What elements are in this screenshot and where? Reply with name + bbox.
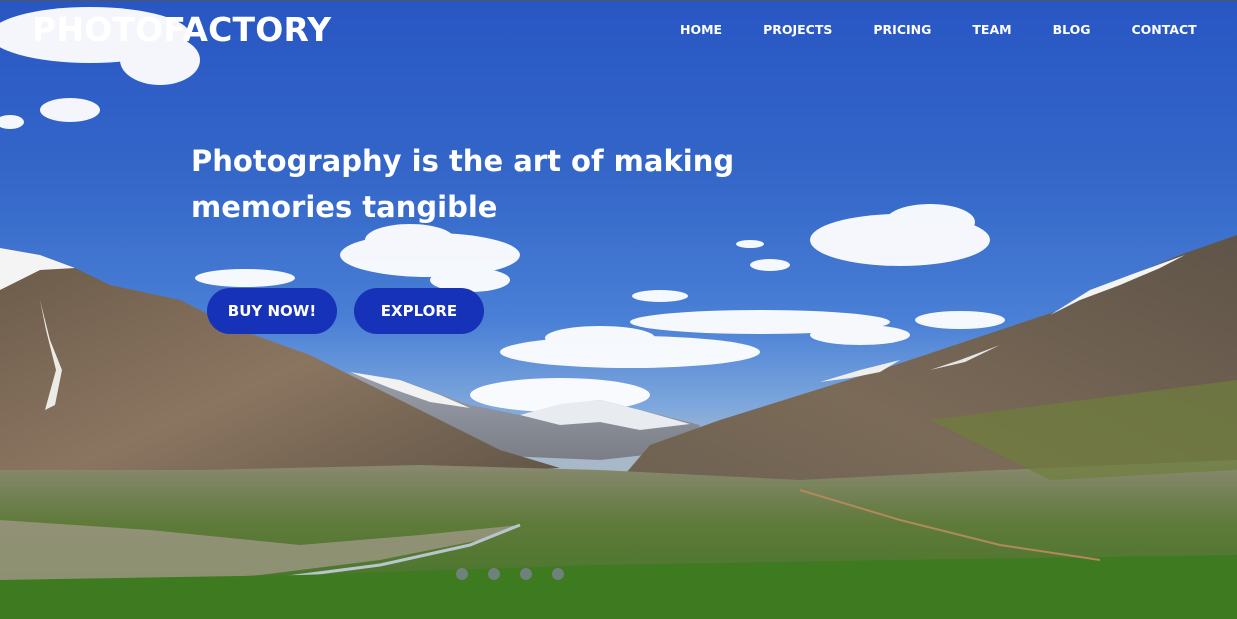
hero-heading-line-1: Photography is the art of making xyxy=(191,144,735,178)
nav-home-link[interactable]: HOME xyxy=(680,21,722,39)
hero-section: PHOTOFACTORY HOME PROJECTS PRICING TEAM … xyxy=(0,0,1237,619)
explore-button[interactable]: EXPLORE xyxy=(354,288,484,334)
nav-projects-link[interactable]: PROJECTS xyxy=(763,21,832,39)
nav-menu: HOME PROJECTS PRICING TEAM BLOG CONTACT xyxy=(680,21,1237,39)
brand-logo[interactable]: PHOTOFACTORY xyxy=(32,9,331,51)
carousel-dot[interactable] xyxy=(488,568,500,580)
top-navbar: PHOTOFACTORY HOME PROJECTS PRICING TEAM … xyxy=(0,0,1237,61)
carousel-dot[interactable] xyxy=(456,568,468,580)
nav-blog-link[interactable]: BLOG xyxy=(1053,21,1091,39)
hero-heading: Photography is the art of making memorie… xyxy=(191,138,751,230)
nav-pricing-link[interactable]: PRICING xyxy=(873,21,931,39)
carousel-dot[interactable] xyxy=(552,568,564,580)
carousel-indicators xyxy=(456,568,564,580)
buy-now-button[interactable]: BUY NOW! xyxy=(207,288,337,334)
nav-team-link[interactable]: TEAM xyxy=(972,21,1011,39)
hero-heading-line-2: memories tangible xyxy=(191,190,498,224)
landscape-background-image xyxy=(0,7,1237,619)
carousel-dot[interactable] xyxy=(520,568,532,580)
nav-contact-link[interactable]: CONTACT xyxy=(1132,21,1197,39)
